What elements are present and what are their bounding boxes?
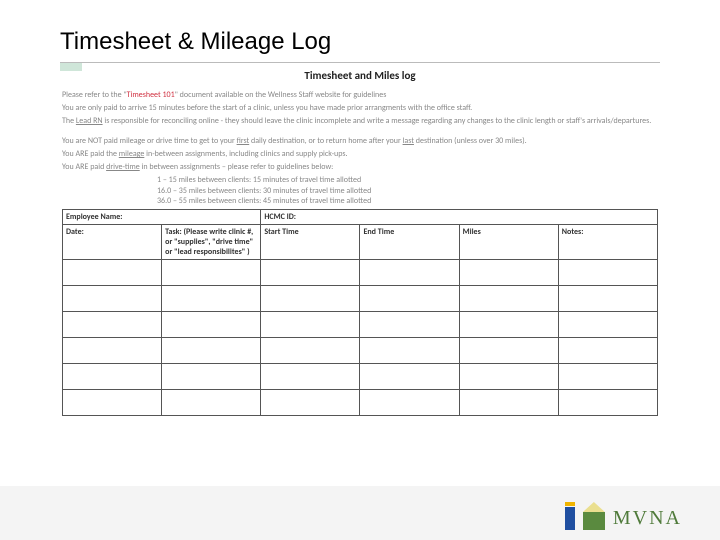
table-row-headers: Date: Task: (Please write clinic #, or "… [63,225,658,260]
col-task: Task: (Please write clinic #, or "suppli… [162,225,261,260]
col-start: Start Time [261,225,360,260]
instr-np-last: last [403,136,414,146]
instr-apd-ul: drive-time [106,162,140,172]
instr-leadrn-post: is responsible for reconciling online - … [103,116,652,126]
emp-name-label: Employee Name: [63,210,261,225]
hcmc-mark-icon [565,502,575,530]
mvna-wordmark: MVNA [613,507,682,530]
mvna-mark-icon [583,502,605,530]
instr-apd-b: in between assignments – please refer to… [140,162,334,172]
table-row [63,312,658,338]
col-end: End Time [360,225,459,260]
instr-notpaid: You are NOT paid mileage or drive time t… [62,136,658,147]
table-row [63,390,658,416]
instr-refer-post: " document available on the Wellness Sta… [175,90,387,100]
table-row [63,338,658,364]
instr-refer-hl: Timesheet 101 [127,90,175,100]
col-date: Date: [63,225,162,260]
accent-block [60,63,82,71]
allot-3: 36.0 – 55 miles between clients: 45 minu… [62,196,658,207]
instr-apd-a: You ARE paid [62,162,106,172]
instr-leadrn-ul: Lead RN [76,116,103,126]
timesheet-table: Employee Name: HCMC ID: Date: Task: (Ple… [62,209,658,416]
col-notes: Notes: [558,225,657,260]
instr-refer: Please refer to the "Timesheet 101" docu… [62,90,658,101]
allot-1: 1 – 15 miles between clients: 15 minutes… [62,175,658,186]
instr-arepaid-mileage: You ARE paid the mileage in-between assi… [62,149,658,160]
instr-leadrn-pre: The [62,116,76,126]
instr-arepaid-drive: You ARE paid drive-time in between assig… [62,162,658,173]
hcmc-id-label: HCMC ID: [261,210,658,225]
instr-np-b: daily destination, or to return home aft… [249,136,402,146]
table-row [63,364,658,390]
table-row [63,260,658,286]
allot-2: 16.0 – 35 miles between clients: 30 minu… [62,186,658,197]
instr-np-first: first [237,136,250,146]
footer-logo: MVNA [565,502,682,530]
instr-np-c: destination (unless over 30 miles). [414,136,527,146]
table-row [63,286,658,312]
doc-heading: Timesheet and Miles log [62,69,658,82]
page-title: Timesheet & Mileage Log [0,0,720,62]
instr-np-a: You are NOT paid mileage or drive time t… [62,136,237,146]
title-rule [60,62,660,63]
instr-apm-ul: mileage [119,149,145,159]
instr-refer-pre: Please refer to the " [62,90,127,100]
instr-arrive: You are only paid to arrive 15 minutes b… [62,103,658,114]
instr-apm-b: in-between assignments, including clinic… [144,149,347,159]
instr-leadrn: The Lead RN is responsible for reconcili… [62,116,658,127]
col-miles: Miles [459,225,558,260]
document-body: Timesheet and Miles log Please refer to … [62,69,658,416]
table-row-name: Employee Name: HCMC ID: [63,210,658,225]
instr-apm-a: You ARE paid the [62,149,119,159]
